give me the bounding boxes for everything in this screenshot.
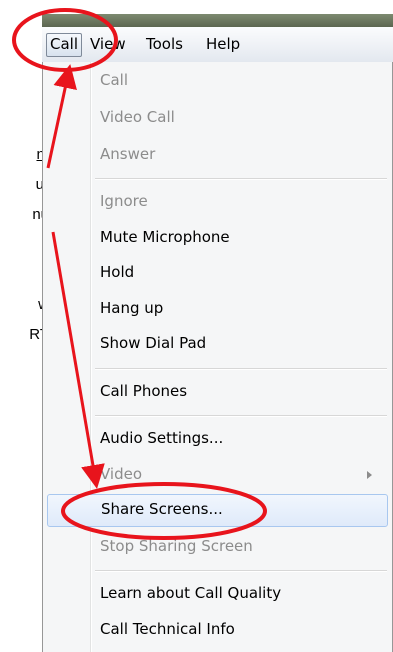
menu-item-call-phones[interactable]: Call Phones: [43, 376, 392, 408]
menu-item-label: Audio Settings...: [100, 429, 224, 447]
menu-item-hold[interactable]: Hold: [43, 257, 392, 289]
menu-item-label: Hang up: [100, 299, 164, 317]
menu-item-stop-sharing-screen[interactable]: Stop Sharing Screen: [43, 531, 392, 563]
menubar-item-view[interactable]: View: [88, 33, 128, 55]
menu-item-answer[interactable]: Answer: [43, 139, 392, 171]
menu-item-label: Show Dial Pad: [100, 334, 207, 352]
menu-item-share-screens[interactable]: Share Screens...: [47, 494, 388, 527]
menu-item-hang-up[interactable]: Hang up: [43, 293, 392, 325]
menu-item-label: Video: [100, 465, 143, 483]
menu-item-label: Call: [100, 71, 129, 89]
submenu-arrow-icon: [367, 471, 372, 479]
menu-separator: [95, 368, 387, 370]
menu-item-video[interactable]: Video: [43, 459, 392, 491]
menu-item-label: Share Screens...: [101, 500, 223, 518]
menu-item-mute-microphone[interactable]: Mute Microphone: [43, 222, 392, 254]
menubar-item-help[interactable]: Help: [204, 33, 242, 55]
menu-item-label: Answer: [100, 145, 156, 163]
menu-item-label: Learn about Call Quality: [100, 584, 282, 602]
menu-item-video-call[interactable]: Video Call: [43, 102, 392, 134]
menubar-item-call[interactable]: Call: [46, 33, 83, 57]
window-title-bar: [42, 14, 393, 27]
menu-bar: Call View Tools Help: [42, 27, 393, 63]
menu-separator: [95, 415, 387, 417]
menu-item-ignore[interactable]: Ignore: [43, 186, 392, 218]
menu-separator: [95, 178, 387, 180]
menu-separator: [95, 570, 387, 572]
menu-item-label: Call Technical Info: [100, 620, 235, 638]
menu-item-learn-about-call-quality[interactable]: Learn about Call Quality: [43, 578, 392, 610]
menu-item-label: Mute Microphone: [100, 228, 230, 246]
menu-item-label: Stop Sharing Screen: [100, 537, 253, 555]
menu-item-show-dial-pad[interactable]: Show Dial Pad: [43, 328, 392, 360]
menu-item-audio-settings[interactable]: Audio Settings...: [43, 423, 392, 455]
call-dropdown-menu: Call Video Call Answer Ignore Mute Micro…: [42, 62, 393, 652]
menu-item-label: Video Call: [100, 108, 175, 126]
menubar-item-tools[interactable]: Tools: [144, 33, 185, 55]
menu-item-label: Hold: [100, 263, 135, 281]
menu-item-call-technical-info[interactable]: Call Technical Info: [43, 614, 392, 646]
menu-item-label: Ignore: [100, 192, 148, 210]
menu-item-label: Call Phones: [100, 382, 188, 400]
menu-item-call[interactable]: Call: [43, 65, 392, 97]
